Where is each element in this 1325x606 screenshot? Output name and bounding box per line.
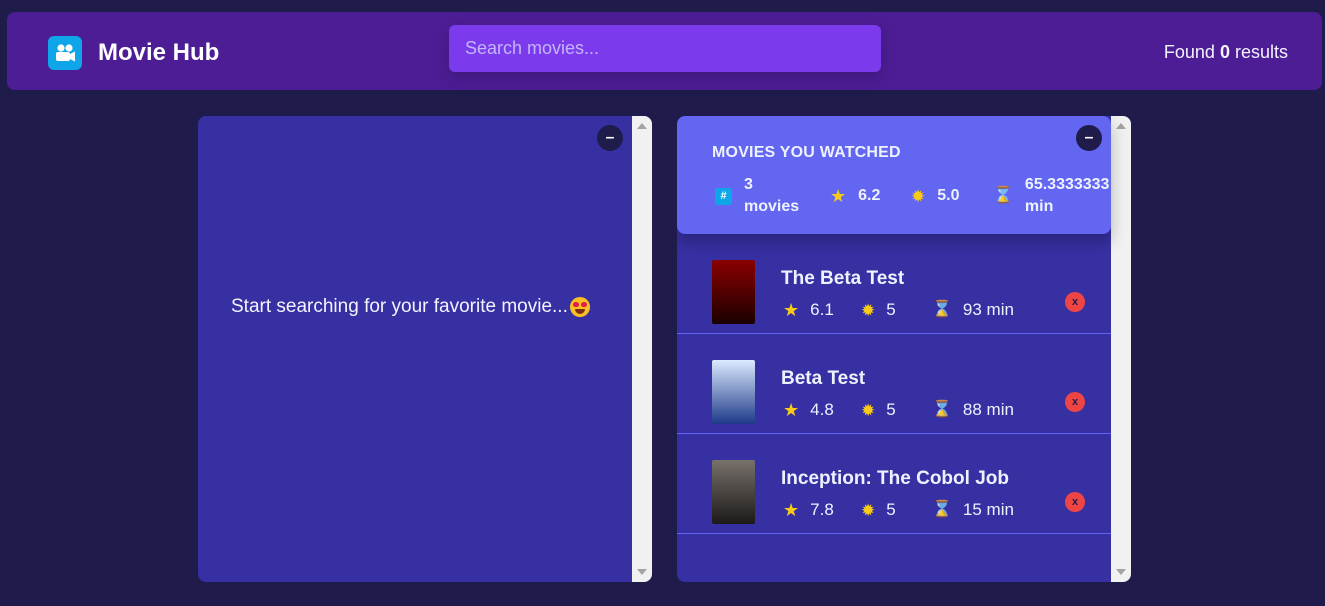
movie-poster xyxy=(712,460,755,524)
scroll-down-arrow-icon[interactable] xyxy=(1116,569,1126,575)
summary-count: # 3 movies xyxy=(715,174,830,218)
scroll-down-arrow-icon[interactable] xyxy=(637,569,647,575)
movie-title: The Beta Test xyxy=(781,268,905,289)
logo: Movie Hub xyxy=(48,36,219,70)
collapse-watched-box-button[interactable]: – xyxy=(1076,125,1102,151)
star-icon: ★ xyxy=(783,400,800,420)
summary-stats: # 3 movies ★ 6.2 ✹ 5.0 ⌛ 65.3333333 min xyxy=(715,174,1109,218)
sun-icon: ✹ xyxy=(861,300,876,320)
hourglass-icon: ⌛ xyxy=(932,301,952,318)
star-icon: ★ xyxy=(830,186,847,206)
movie-title: Inception: The Cobol Job xyxy=(781,468,1009,489)
hash-icon: # xyxy=(715,187,732,205)
watched-movie-list: The Beta Test ★ 6.1 ✹ 5 ⌛ 93 min x Beta Tes… xyxy=(677,234,1111,534)
collapse-search-box-button[interactable]: – xyxy=(597,125,623,151)
summary-runtime: ⌛ 65.3333333 min xyxy=(993,176,1110,215)
app-title: Movie Hub xyxy=(98,39,220,66)
movie-title: Beta Test xyxy=(781,368,866,389)
watched-summary: MOVIES YOU WATCHED # 3 movies ★ 6.2 ✹ 5.0… xyxy=(677,116,1111,234)
remove-movie-button[interactable]: x xyxy=(1065,292,1085,312)
sun-icon: ✹ xyxy=(861,400,876,420)
hourglass-icon: ⌛ xyxy=(993,187,1013,204)
hourglass-icon: ⌛ xyxy=(932,501,952,518)
remove-movie-button[interactable]: x xyxy=(1065,392,1085,412)
summary-title: MOVIES YOU WATCHED xyxy=(712,144,901,161)
star-icon: ★ xyxy=(783,300,800,320)
search-results-box: – Start searching for your favorite movi… xyxy=(198,116,652,582)
list-item: Inception: The Cobol Job ★ 7.8 ✹ 5 ⌛ 15 min… xyxy=(677,434,1111,534)
sun-icon: ✹ xyxy=(911,186,926,206)
video-camera-icon xyxy=(48,36,82,70)
list-item: The Beta Test ★ 6.1 ✹ 5 ⌛ 93 min x xyxy=(677,234,1111,334)
watched-box-scrollbar[interactable] xyxy=(1111,116,1131,582)
sun-icon: ✹ xyxy=(861,500,876,520)
star-icon: ★ xyxy=(783,500,800,520)
results-number: 0 xyxy=(1219,42,1230,62)
movie-stats: ★ 6.1 ✹ 5 ⌛ 93 min xyxy=(783,300,1014,320)
heart-eyes-emoji-icon xyxy=(569,297,590,317)
results-count: Found 0 results xyxy=(1163,42,1288,62)
scroll-up-arrow-icon[interactable] xyxy=(637,123,647,129)
list-item: Beta Test ★ 4.8 ✹ 5 ⌛ 88 min x xyxy=(677,334,1111,434)
scroll-up-arrow-icon[interactable] xyxy=(1116,123,1126,129)
movie-poster xyxy=(712,260,755,324)
search-input[interactable] xyxy=(449,25,881,72)
watched-movies-box: MOVIES YOU WATCHED # 3 movies ★ 6.2 ✹ 5.0… xyxy=(677,116,1131,582)
summary-imdb-rating: ★ 6.2 xyxy=(830,186,881,206)
movie-stats: ★ 4.8 ✹ 5 ⌛ 88 min xyxy=(783,400,1014,420)
hourglass-icon: ⌛ xyxy=(932,401,952,418)
summary-user-rating: ✹ 5.0 xyxy=(911,186,960,206)
empty-state-message: Start searching for your favorite movie.… xyxy=(231,296,590,318)
movie-poster xyxy=(712,360,755,424)
navbar: Movie Hub Found 0 results xyxy=(7,12,1322,90)
search-box-scrollbar[interactable] xyxy=(632,116,652,582)
movie-stats: ★ 7.8 ✹ 5 ⌛ 15 min xyxy=(783,500,1014,520)
remove-movie-button[interactable]: x xyxy=(1065,492,1085,512)
